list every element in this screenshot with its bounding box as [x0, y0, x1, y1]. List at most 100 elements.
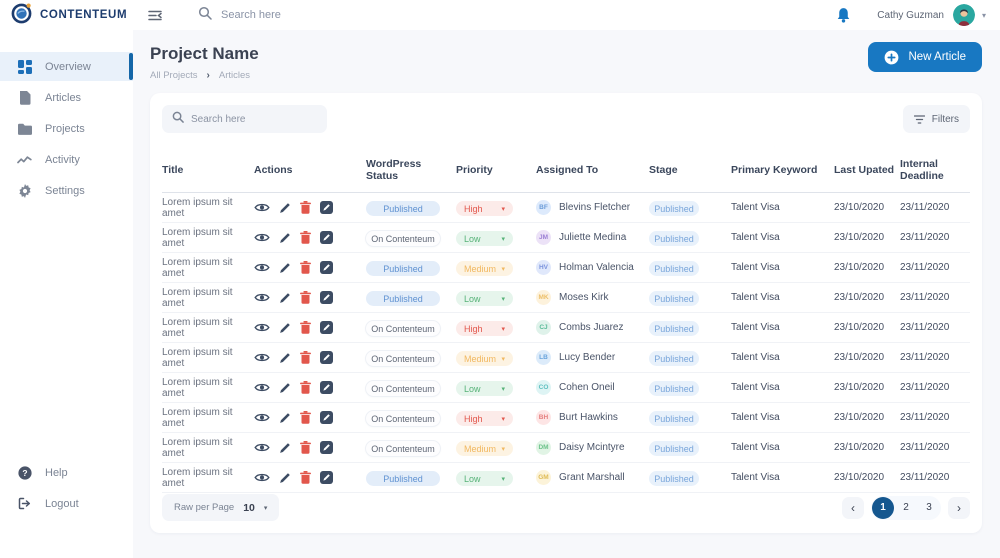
delete-icon[interactable]: [300, 471, 311, 484]
column-header-assigned-to: Assigned To: [536, 164, 649, 176]
app-logo[interactable]: CONTENTEUM: [10, 0, 122, 30]
view-icon[interactable]: [254, 232, 270, 243]
edit-icon[interactable]: [279, 232, 291, 244]
edit-icon[interactable]: [279, 352, 291, 364]
view-icon[interactable]: [254, 442, 270, 453]
sidebar-item-label: Settings: [45, 185, 85, 197]
assignee-avatar: HV: [536, 260, 551, 275]
delete-icon[interactable]: [300, 411, 311, 424]
delete-icon[interactable]: [300, 351, 311, 364]
breadcrumb-articles[interactable]: Articles: [219, 70, 250, 81]
note-edit-icon[interactable]: [320, 321, 333, 334]
article-title: Lorem ipsum sit amet: [162, 407, 254, 429]
priority-dropdown[interactable]: Medium ▾: [456, 261, 513, 276]
view-icon[interactable]: [254, 262, 270, 273]
priority-dropdown[interactable]: Low ▾: [456, 381, 513, 396]
priority-label: Medium: [464, 444, 496, 454]
sidebar-item-articles[interactable]: Articles: [0, 83, 133, 112]
edit-icon[interactable]: [279, 262, 291, 274]
note-edit-icon[interactable]: [320, 261, 333, 274]
view-icon[interactable]: [254, 322, 270, 333]
note-edit-icon[interactable]: [320, 471, 333, 484]
assignee-name: Juliette Medina: [559, 232, 626, 243]
caret-down-icon: ▾: [501, 265, 505, 273]
note-edit-icon[interactable]: [320, 441, 333, 454]
priority-dropdown[interactable]: Low ▾: [456, 291, 513, 306]
view-icon[interactable]: [254, 382, 270, 393]
sidebar: Overview Articles Projects: [0, 30, 133, 558]
global-search[interactable]: [198, 6, 371, 25]
sidebar-item-logout[interactable]: Logout: [0, 489, 133, 518]
priority-label: Low: [464, 384, 481, 394]
stage-badge: Published: [649, 261, 699, 276]
notifications-bell-icon[interactable]: [836, 7, 851, 23]
user-avatar[interactable]: [953, 4, 975, 26]
view-icon[interactable]: [254, 412, 270, 423]
sidebar-collapse-icon[interactable]: [148, 9, 164, 22]
note-edit-icon[interactable]: [320, 351, 333, 364]
rows-per-page-select[interactable]: Raw per Page 10 ▾: [162, 494, 279, 521]
delete-icon[interactable]: [300, 441, 311, 454]
edit-icon[interactable]: [279, 472, 291, 484]
note-edit-icon[interactable]: [320, 291, 333, 304]
delete-icon[interactable]: [300, 201, 311, 214]
note-edit-icon[interactable]: [320, 381, 333, 394]
delete-icon[interactable]: [300, 261, 311, 274]
row-actions: [254, 291, 366, 304]
priority-dropdown[interactable]: High ▾: [456, 411, 513, 426]
delete-icon[interactable]: [300, 321, 311, 334]
page-button-1[interactable]: 1: [872, 497, 894, 519]
edit-icon[interactable]: [279, 382, 291, 394]
page-button-2[interactable]: 2: [895, 497, 917, 519]
edit-icon[interactable]: [279, 442, 291, 454]
page-button-3[interactable]: 3: [918, 497, 940, 519]
table-search-input[interactable]: [191, 114, 311, 125]
page-numbers: 1 2 3: [871, 496, 941, 520]
view-icon[interactable]: [254, 472, 270, 483]
priority-dropdown[interactable]: Low ▾: [456, 231, 513, 246]
filters-button[interactable]: Filters: [903, 105, 970, 133]
new-article-button[interactable]: New Article: [868, 42, 982, 72]
breadcrumb-all-projects[interactable]: All Projects: [150, 70, 198, 81]
note-edit-icon[interactable]: [320, 201, 333, 214]
edit-icon[interactable]: [279, 202, 291, 214]
priority-dropdown[interactable]: Low ▾: [456, 471, 513, 486]
table-search[interactable]: [162, 105, 327, 133]
caret-down-icon: ▾: [501, 325, 505, 333]
articles-icon: [17, 91, 32, 105]
delete-icon[interactable]: [300, 231, 311, 244]
note-edit-icon[interactable]: [320, 231, 333, 244]
delete-icon[interactable]: [300, 381, 311, 394]
note-edit-icon[interactable]: [320, 411, 333, 424]
next-page-button[interactable]: ›: [948, 497, 970, 519]
priority-dropdown[interactable]: High ▾: [456, 321, 513, 336]
sidebar-item-label: Articles: [45, 92, 81, 104]
assignee-avatar: GM: [536, 470, 551, 485]
sidebar-item-settings[interactable]: Settings: [0, 176, 133, 205]
assignee: CO Cohen Oneil: [536, 380, 649, 395]
priority-dropdown[interactable]: High ▾: [456, 201, 513, 216]
sidebar-item-overview[interactable]: Overview: [0, 52, 133, 81]
wordpress-status-badge: On Contenteum: [366, 351, 440, 366]
edit-icon[interactable]: [279, 292, 291, 304]
view-icon[interactable]: [254, 352, 270, 363]
view-icon[interactable]: [254, 292, 270, 303]
view-icon[interactable]: [254, 202, 270, 213]
sidebar-item-help[interactable]: ? Help: [0, 458, 133, 487]
global-search-input[interactable]: [221, 9, 371, 21]
sidebar-item-activity[interactable]: Activity: [0, 145, 133, 174]
table-row: Lorem ipsum sit amet: [162, 283, 970, 313]
priority-dropdown[interactable]: Medium ▾: [456, 441, 513, 456]
wordpress-status-badge: On Contenteum: [366, 441, 440, 456]
prev-page-button[interactable]: ‹: [842, 497, 864, 519]
sidebar-item-projects[interactable]: Projects: [0, 114, 133, 143]
row-actions: [254, 321, 366, 334]
priority-dropdown[interactable]: Medium ▾: [456, 351, 513, 366]
column-header-priority: Priority: [456, 164, 536, 176]
user-menu-caret-icon[interactable]: ▾: [982, 11, 986, 20]
edit-icon[interactable]: [279, 412, 291, 424]
edit-icon[interactable]: [279, 322, 291, 334]
delete-icon[interactable]: [300, 291, 311, 304]
table-header: Title Actions WordPress Status Priority …: [162, 158, 970, 193]
last-updated-date: 23/10/2020: [834, 442, 900, 453]
